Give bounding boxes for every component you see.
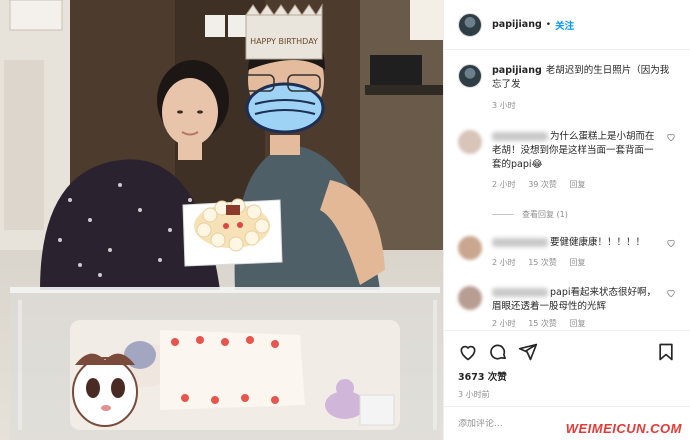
replies-divider bbox=[492, 214, 514, 215]
follow-button[interactable]: 关注 bbox=[555, 18, 574, 32]
comment-icon[interactable] bbox=[488, 342, 508, 362]
caption-author-avatar[interactable] bbox=[458, 64, 482, 88]
comment-time: 2 小时 bbox=[492, 319, 516, 328]
comment-item: 要健健康康！！！！！ 2 小时 15 次赞 回复 bbox=[458, 236, 676, 270]
comment-text: 要健健康康！！！！！ bbox=[550, 237, 646, 248]
caption-author-username[interactable]: papijiang bbox=[492, 65, 542, 76]
reply-button[interactable]: 回复 bbox=[569, 319, 585, 328]
share-icon[interactable] bbox=[518, 342, 538, 362]
post-actions: 3673 次赞 3 小时前 bbox=[444, 330, 690, 400]
heart-icon[interactable] bbox=[666, 132, 676, 142]
comment-time: 2 小时 bbox=[492, 180, 516, 189]
reply-button[interactable]: 回复 bbox=[569, 180, 585, 189]
comment-likes[interactable]: 15 次赞 bbox=[528, 319, 557, 328]
crown-text: HAPPY BIRTHDAY bbox=[250, 37, 318, 46]
commenter-avatar[interactable] bbox=[458, 236, 482, 260]
caption-time: 3 小时 bbox=[492, 101, 516, 110]
photo-illustration: HAPPY BIRTHDAY bbox=[0, 0, 443, 440]
post-header: papijiang • 关注 bbox=[444, 0, 690, 50]
comment-likes[interactable]: 39 次赞 bbox=[528, 180, 557, 189]
heart-icon[interactable] bbox=[666, 238, 676, 248]
commenter-name-blurred[interactable] bbox=[492, 238, 548, 247]
likes-count[interactable]: 3673 次赞 bbox=[458, 369, 676, 383]
bookmark-icon[interactable] bbox=[656, 342, 676, 362]
view-replies-label[interactable]: 查看回复 (1) bbox=[522, 209, 568, 220]
heart-icon[interactable] bbox=[666, 288, 676, 298]
watermark: WEIMEICUN.COM bbox=[565, 421, 682, 436]
commenter-name-blurred[interactable] bbox=[492, 132, 548, 141]
separator-dot: • bbox=[545, 19, 552, 30]
comment-item: papi看起来状态很好啊，眉眼还透着一股母性的光辉 2 小时 15 次赞 回复 bbox=[458, 286, 676, 331]
comment-item: 为什么蛋糕上是小胡而在老胡！没想到你是这样当面一套背面一套的papi😂 2 小时… bbox=[458, 130, 676, 192]
post-photo[interactable]: HAPPY BIRTHDAY bbox=[0, 0, 443, 440]
commenter-avatar[interactable] bbox=[458, 130, 482, 154]
comment-time: 2 小时 bbox=[492, 258, 516, 267]
post-time: 3 小时前 bbox=[458, 390, 490, 399]
view-replies[interactable]: 查看回复 (1) bbox=[492, 209, 568, 220]
author-avatar[interactable] bbox=[458, 12, 482, 37]
author-username[interactable]: papijiang bbox=[492, 19, 542, 30]
like-heart-icon[interactable] bbox=[458, 342, 478, 362]
commenter-avatar[interactable] bbox=[458, 286, 482, 310]
comment-likes[interactable]: 15 次赞 bbox=[528, 258, 557, 267]
commenter-name-blurred[interactable] bbox=[492, 288, 548, 297]
post-caption: papijiang 老胡迟到的生日照片（因为我忘了发 3 小时 bbox=[458, 64, 676, 111]
reply-button[interactable]: 回复 bbox=[569, 258, 585, 267]
post-side-panel: papijiang • 关注 papijiang 老胡迟到的生日照片（因为我忘了发… bbox=[443, 0, 690, 440]
